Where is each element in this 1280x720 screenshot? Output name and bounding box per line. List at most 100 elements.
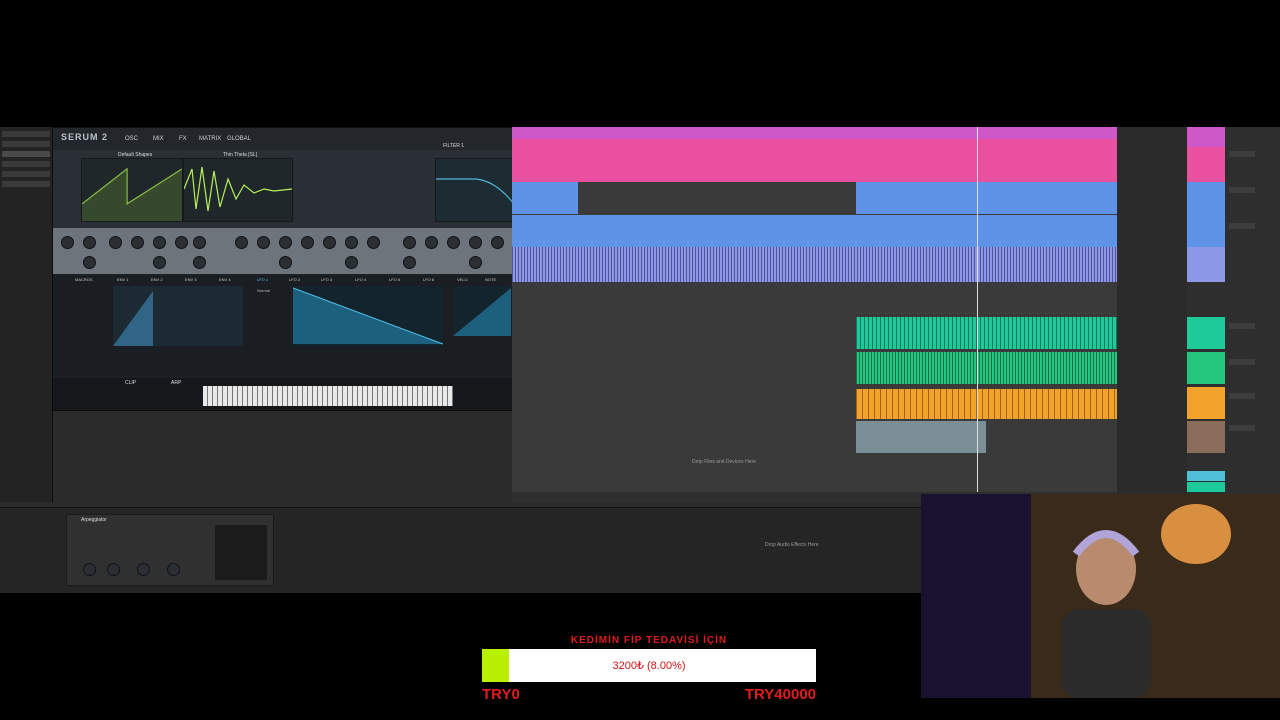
arp-label[interactable]: ARP xyxy=(171,380,181,386)
mod-tab-lfo-3[interactable]: LFO 3 xyxy=(321,277,332,282)
osc-a-waveform xyxy=(81,167,183,221)
osc-a-wave-display[interactable] xyxy=(81,158,183,222)
mod-tab-lfo-1[interactable]: LFO 1 xyxy=(257,277,268,282)
filter-knob[interactable] xyxy=(403,256,416,269)
filter-knob[interactable] xyxy=(469,236,482,249)
clip-label[interactable]: CLIP xyxy=(125,380,136,386)
tab-fx[interactable]: FX xyxy=(179,136,187,142)
lfo-display[interactable] xyxy=(292,286,444,346)
track-io-chooser[interactable] xyxy=(1229,187,1255,193)
track-color-orange[interactable] xyxy=(1187,387,1225,419)
mod-tab-macros[interactable]: MACROS xyxy=(75,277,93,282)
filter-knob[interactable] xyxy=(491,236,504,249)
filter-label[interactable]: FILTER 1 xyxy=(443,143,464,149)
osc-knob[interactable] xyxy=(61,236,74,249)
track-color-green[interactable] xyxy=(1187,352,1225,384)
osc-knob[interactable] xyxy=(83,256,96,269)
osc-knob[interactable] xyxy=(193,256,206,269)
tab-matrix[interactable]: MATRIX xyxy=(199,136,221,142)
osc-b-wave-display[interactable] xyxy=(183,158,293,222)
mod-tab-lfo-6[interactable]: LFO 6 xyxy=(423,277,434,282)
osc-knob[interactable] xyxy=(367,236,380,249)
browser-panel xyxy=(0,127,53,502)
audio-clip-orange[interactable] xyxy=(856,389,1117,419)
clip-header-pink[interactable] xyxy=(512,127,1117,139)
track-io-chooser[interactable] xyxy=(1229,359,1255,365)
audio-clip-blue[interactable] xyxy=(512,215,1117,247)
mod-tab-velo[interactable]: VELO xyxy=(457,277,468,282)
osc-knob[interactable] xyxy=(131,236,144,249)
filter-knob[interactable] xyxy=(447,236,460,249)
lfo-mini-display[interactable] xyxy=(453,286,511,336)
mod-tab-note[interactable]: NOTE xyxy=(485,277,496,282)
audio-clip-grey[interactable] xyxy=(856,421,986,453)
osc-knob[interactable] xyxy=(257,236,270,249)
osc-knob[interactable] xyxy=(301,236,314,249)
osc-knob[interactable] xyxy=(175,236,188,249)
osc-knob[interactable] xyxy=(279,256,292,269)
tab-global[interactable]: GLOBAL xyxy=(227,136,251,142)
browser-item[interactable] xyxy=(2,151,50,157)
mod-tab-env-1[interactable]: ENV 1 xyxy=(117,277,129,282)
osc-knob[interactable] xyxy=(345,256,358,269)
filter-knob[interactable] xyxy=(425,236,438,249)
osc-knob[interactable] xyxy=(153,256,166,269)
osc-knob[interactable] xyxy=(109,236,122,249)
arp-knob[interactable] xyxy=(167,563,180,576)
playhead[interactable] xyxy=(977,127,978,502)
arpeggiator-device[interactable]: Arpeggiator xyxy=(66,514,274,586)
return-track-color[interactable] xyxy=(1187,482,1225,492)
track-color-brown[interactable] xyxy=(1187,421,1225,453)
track-color-lavender[interactable] xyxy=(1187,247,1225,282)
track-io-chooser[interactable] xyxy=(1229,425,1255,431)
tab-mix[interactable]: MIX xyxy=(153,136,164,142)
track-io-chooser[interactable] xyxy=(1229,223,1255,229)
piano-keyboard[interactable] xyxy=(203,386,453,406)
browser-item[interactable] xyxy=(2,181,50,187)
audio-clip-blue[interactable] xyxy=(512,182,578,214)
osc-knob[interactable] xyxy=(235,236,248,249)
browser-item[interactable] xyxy=(2,171,50,177)
audio-clip-green[interactable] xyxy=(856,352,1117,384)
return-track-color[interactable] xyxy=(1187,471,1225,481)
arp-knob[interactable] xyxy=(107,563,120,576)
donation-title: KEDİMİN FİP TEDAVİSİ İÇİN xyxy=(570,635,728,646)
filter-knob[interactable] xyxy=(469,256,482,269)
track-color-empty[interactable] xyxy=(1187,282,1225,317)
arp-knob[interactable] xyxy=(83,563,96,576)
mod-tab-lfo-4[interactable]: LFO 4 xyxy=(355,277,366,282)
track-color-pink[interactable] xyxy=(1187,127,1225,147)
webcam-person xyxy=(1061,530,1151,698)
osc-knob[interactable] xyxy=(279,236,292,249)
track-color-teal[interactable] xyxy=(1187,317,1225,349)
envelope-display[interactable] xyxy=(113,286,243,346)
browser-item[interactable] xyxy=(2,161,50,167)
browser-item[interactable] xyxy=(2,141,50,147)
osc-b-waveform xyxy=(183,166,293,212)
filter-knob[interactable] xyxy=(403,236,416,249)
osc-knob[interactable] xyxy=(193,236,206,249)
mod-tab-lfo-5[interactable]: LFO 5 xyxy=(389,277,400,282)
mod-tab-lfo-2[interactable]: LFO 2 xyxy=(289,277,300,282)
arp-knob[interactable] xyxy=(137,563,150,576)
track-color-pink[interactable] xyxy=(1187,147,1225,182)
mod-tab-env-3[interactable]: ENV 3 xyxy=(185,277,197,282)
lfo-mode-label[interactable]: Normal xyxy=(257,288,270,293)
browser-item[interactable] xyxy=(2,131,50,137)
audio-clip-teal[interactable] xyxy=(856,317,1117,349)
tab-osc[interactable]: OSC xyxy=(125,136,138,142)
mod-tab-env-2[interactable]: ENV 2 xyxy=(151,277,163,282)
mixer-strip xyxy=(1187,127,1280,502)
mod-tab-env-4[interactable]: ENV 4 xyxy=(219,277,231,282)
audio-clip-lavender[interactable] xyxy=(512,247,1117,282)
audio-clip-blue[interactable] xyxy=(856,182,1117,214)
osc-knob[interactable] xyxy=(345,236,358,249)
track-io-chooser[interactable] xyxy=(1229,151,1255,157)
track-io-chooser[interactable] xyxy=(1229,393,1255,399)
track-color-blue[interactable] xyxy=(1187,182,1225,247)
osc-knob[interactable] xyxy=(323,236,336,249)
filter-display[interactable] xyxy=(435,158,515,222)
osc-knob[interactable] xyxy=(153,236,166,249)
osc-knob[interactable] xyxy=(83,236,96,249)
track-io-chooser[interactable] xyxy=(1229,323,1255,329)
